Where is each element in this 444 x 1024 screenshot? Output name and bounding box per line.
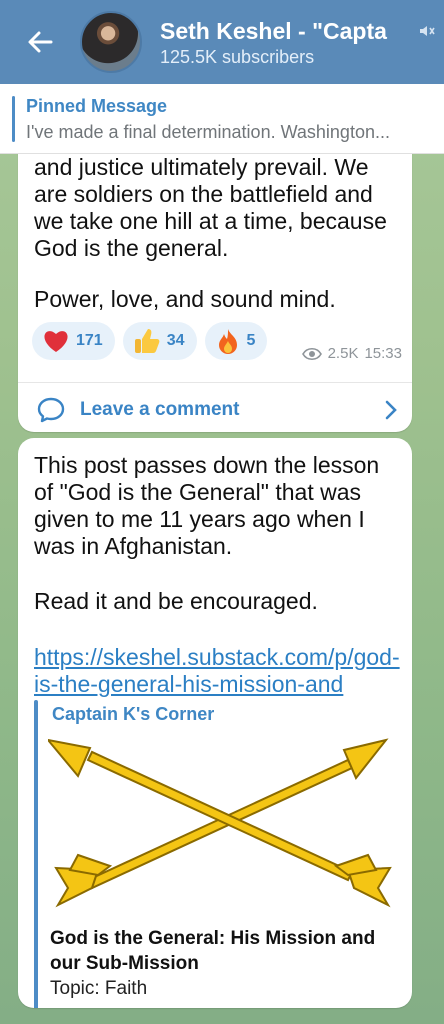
leave-comment-label: Leave a comment <box>80 399 240 420</box>
preview-title: God is the General: His Mission and our … <box>50 928 376 974</box>
crossed-arrows-image <box>48 738 392 908</box>
heart-icon <box>44 331 68 352</box>
message-bubble[interactable]: This post passes down the lesson of "God… <box>18 438 412 1008</box>
pinned-text: I've made a final determination. Washing… <box>26 122 390 142</box>
comment-bubble-icon <box>37 397 65 423</box>
channel-header: Seth Keshel - "Capta 125.5K subscribers <box>0 0 444 84</box>
chevron-right-icon <box>385 400 397 420</box>
message-text-closing: Power, love, and sound mind. <box>34 286 336 312</box>
arrow-left-icon <box>28 31 53 53</box>
channel-avatar[interactable] <box>80 11 142 73</box>
pinned-message[interactable]: Pinned Message I've made a final determi… <box>0 84 444 154</box>
article-link[interactable]: https://skeshel.substack.com/p/god-is-th… <box>34 644 404 698</box>
preview-site-name: Captain K's Corner <box>52 704 215 724</box>
reaction-thumbs-up[interactable]: 34 <box>122 322 197 360</box>
preview-accent-bar <box>34 700 38 1008</box>
divider <box>18 382 412 383</box>
view-count: 2.5K <box>327 345 359 362</box>
thumbs-up-icon <box>134 329 160 353</box>
channel-info[interactable]: Seth Keshel - "Capta 125.5K subscribers <box>160 17 430 68</box>
message-bubble[interactable]: and justice ultimately prevail. We are s… <box>18 140 412 432</box>
reaction-count: 171 <box>76 332 103 349</box>
reaction-fire[interactable]: 5 <box>204 322 268 360</box>
message-text-closing: Read it and be encouraged. <box>34 588 318 614</box>
reaction-heart[interactable]: 171 <box>32 322 115 360</box>
subscriber-count: 125.5K subscribers <box>160 46 315 67</box>
eye-icon <box>301 347 322 360</box>
muted-icon <box>420 26 435 36</box>
reactions-bar: 171 34 5 <box>32 322 268 360</box>
fire-icon <box>218 329 237 354</box>
message-time: 15:33 <box>364 345 402 362</box>
reaction-count: 34 <box>166 332 185 349</box>
message-meta: 2.5K 15:33 <box>301 345 402 362</box>
leave-comment-button[interactable]: Leave a comment <box>36 388 398 432</box>
back-button[interactable] <box>0 0 80 84</box>
message-text: and justice ultimately prevail. We are s… <box>34 154 387 261</box>
message-text: This post passes down the lesson of "God… <box>34 452 380 559</box>
reaction-count: 5 <box>246 332 256 349</box>
channel-title: Seth Keshel - "Capta <box>160 17 387 44</box>
pinned-title: Pinned Message <box>26 96 168 116</box>
link-preview[interactable]: Captain K's Corner God is the General: H… <box>34 700 404 1008</box>
pinned-indicator <box>12 96 15 142</box>
preview-description: Topic: Faith <box>50 978 148 999</box>
